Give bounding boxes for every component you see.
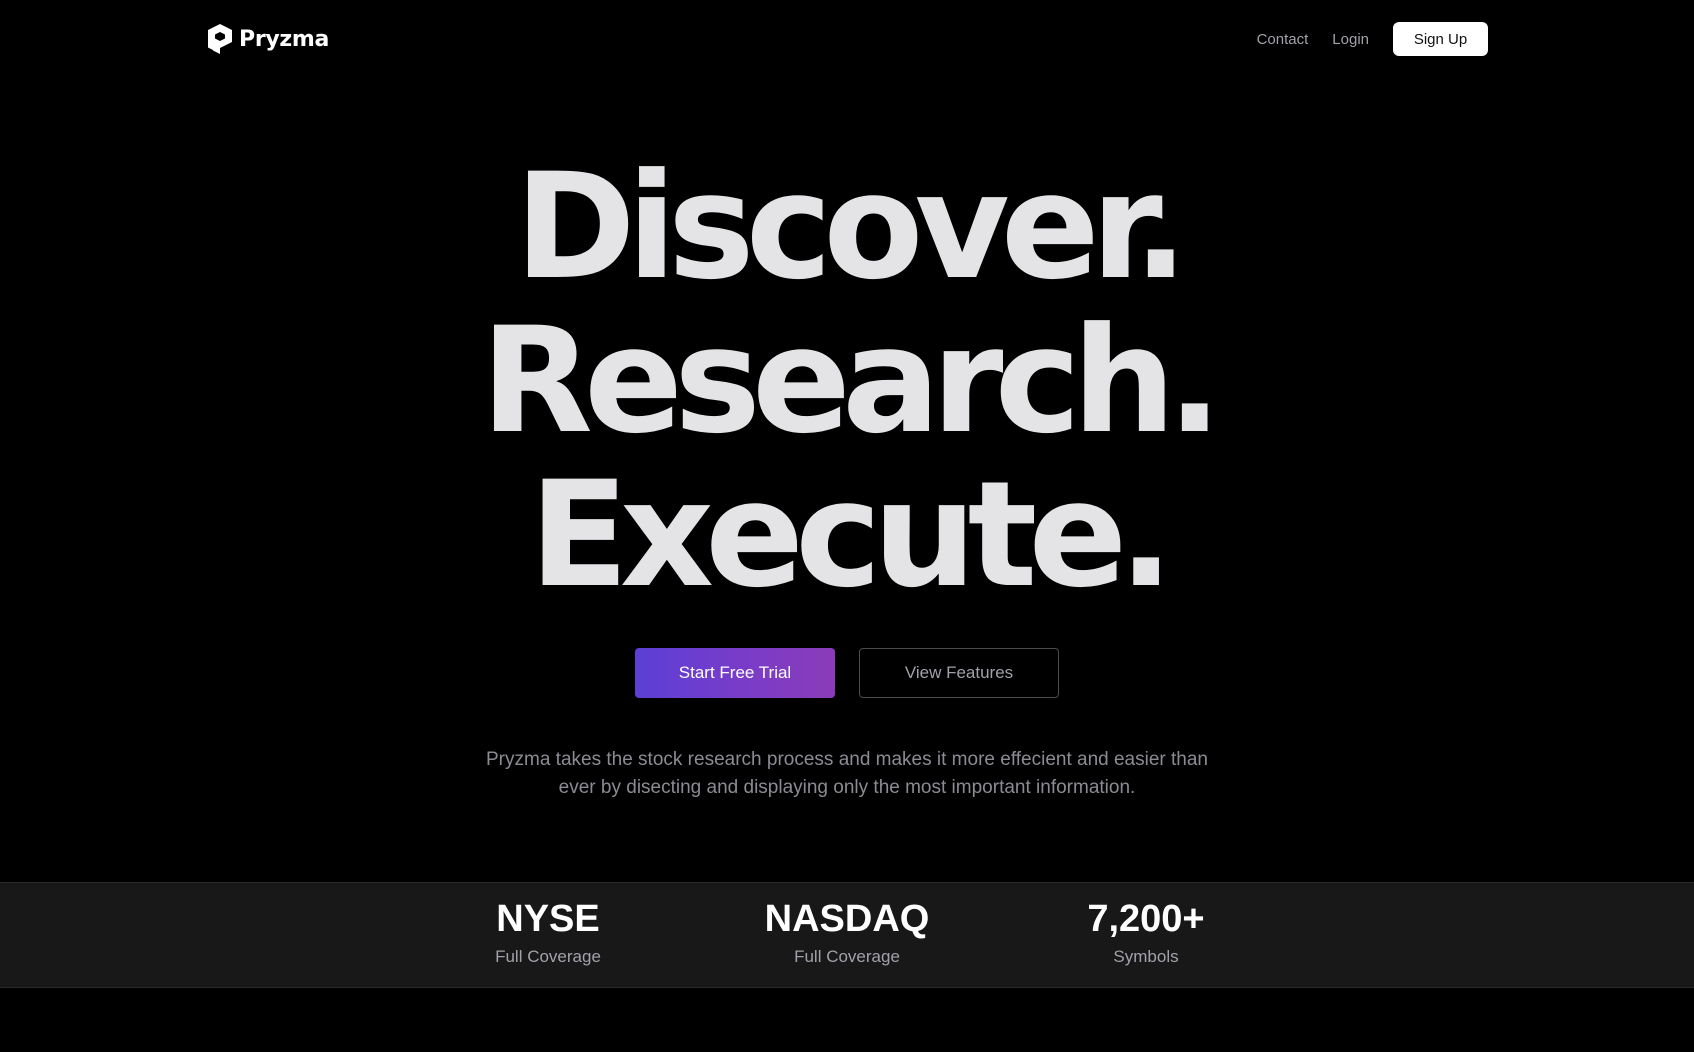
stat-label: Full Coverage xyxy=(794,947,900,966)
pryzma-logo-icon xyxy=(208,24,232,54)
view-features-button[interactable]: View Features xyxy=(859,648,1059,698)
stats-band: NYSE Full Coverage NASDAQ Full Coverage … xyxy=(0,882,1694,988)
start-free-trial-button[interactable]: Start Free Trial xyxy=(635,648,835,698)
hero-tagline: Pryzma takes the stock research process … xyxy=(0,746,1694,802)
headline-line-execute: Execute. xyxy=(529,450,1174,620)
brand-name: Pryzma xyxy=(239,26,330,52)
stat-value: 7,200+ xyxy=(1087,898,1205,940)
stat-value: NYSE xyxy=(496,898,600,940)
stat-symbols: 7,200+ Symbols xyxy=(1016,897,1276,967)
hero-headline: Discover. Research. Execute. xyxy=(0,150,1694,612)
headline-line-discover: Discover. xyxy=(514,142,1189,312)
stat-label: Full Coverage xyxy=(495,947,601,966)
headline-line-research: Research. xyxy=(480,296,1223,466)
tagline-line-2: ever by disecting and displaying only th… xyxy=(558,777,1136,798)
stat-value: NASDAQ xyxy=(764,898,930,940)
cta-buttons: Start Free Trial View Features xyxy=(0,648,1694,698)
stat-nasdaq: NASDAQ Full Coverage xyxy=(717,897,977,967)
nav-link-login[interactable]: Login xyxy=(1332,31,1369,48)
landing-page: Pryzma Contact Login Sign Up Discover. R… xyxy=(0,0,1694,1052)
nav-link-contact[interactable]: Contact xyxy=(1257,31,1309,48)
stat-nyse: NYSE Full Coverage xyxy=(418,897,678,967)
brand-link[interactable]: Pryzma xyxy=(207,23,329,55)
sign-up-button[interactable]: Sign Up xyxy=(1393,22,1488,56)
stat-label: Symbols xyxy=(1113,947,1179,966)
tagline-line-1: Pryzma takes the stock research process … xyxy=(486,749,1208,770)
nav-links: Contact Login Sign Up xyxy=(1257,22,1488,56)
top-nav: Pryzma Contact Login Sign Up xyxy=(207,21,1488,57)
